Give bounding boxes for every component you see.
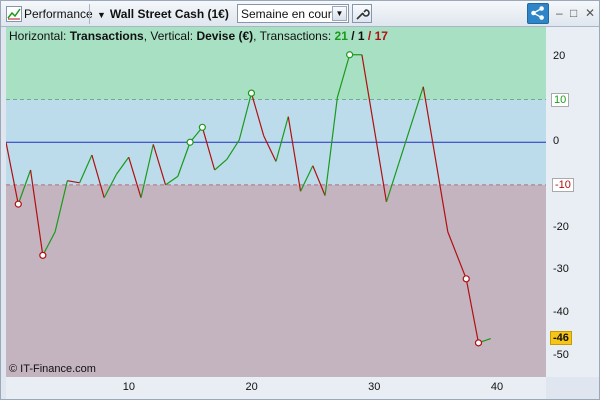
close-icon[interactable]: ✕ — [585, 6, 595, 20]
performance-chart[interactable] — [6, 27, 546, 377]
current-value-label: -46 — [550, 330, 572, 345]
y-tick-label: 20 — [553, 49, 566, 62]
chevron-down-icon[interactable]: ▼ — [332, 6, 347, 21]
legend-losses: 17 — [374, 29, 388, 43]
legend-wins: 21 — [334, 29, 348, 43]
legend-horizontal-value: Transactions — [69, 29, 144, 43]
period-value: Semaine en cours — [241, 7, 338, 21]
trade-marker — [247, 89, 256, 97]
y-tick-label: 10 — [551, 92, 570, 107]
legend-vertical-prefix: , Vertical: — [143, 29, 194, 43]
trade-marker — [462, 275, 470, 283]
copyright-text: © IT-Finance.com — [9, 363, 96, 375]
legend-slash: / — [347, 29, 358, 43]
wrench-tool-button[interactable] — [352, 4, 372, 23]
legend-neutral: 1 — [357, 29, 365, 43]
share-icon — [531, 6, 544, 20]
y-tick-label: -40 — [553, 305, 569, 318]
instrument-name: Wall Street Cash (1€) — [109, 7, 229, 21]
toolbar: Performance ▼ Wall Street Cash (1€) Semai… — [1, 1, 599, 27]
trade-marker — [186, 138, 194, 146]
trade-marker — [346, 51, 354, 59]
legend-vertical-value: Devise (€) — [196, 29, 254, 43]
trade-marker — [14, 200, 22, 208]
trade-marker — [39, 251, 47, 259]
trade-marker — [474, 339, 483, 347]
x-tick-label: 10 — [122, 381, 135, 393]
x-tick-label: 30 — [368, 381, 381, 393]
y-tick-label: -20 — [553, 220, 569, 233]
performance-chart-icon[interactable] — [6, 6, 22, 22]
instrument-selector[interactable]: ▼ Wall Street Cash (1€) — [97, 7, 229, 21]
y-tick-label: -50 — [553, 348, 569, 361]
performance-window: Performance ▼ Wall Street Cash (1€) Semai… — [0, 0, 600, 400]
minimize-icon[interactable]: – — [556, 6, 563, 20]
trade-marker — [198, 123, 206, 131]
legend-horizontal-prefix: Horizontal: — [9, 29, 67, 43]
maximize-icon[interactable]: □ — [570, 6, 577, 20]
x-axis — [6, 377, 546, 399]
y-tick-label: -30 — [553, 263, 569, 276]
dropdown-caret-icon: ▼ — [97, 10, 106, 20]
wrench-icon — [356, 9, 370, 20]
toolbar-separator — [89, 4, 90, 24]
chart-legend: Horizontal: Transactions, Vertical: Devi… — [9, 29, 388, 43]
y-tick-label: -10 — [552, 177, 574, 192]
y-tick-label: 0 — [553, 135, 560, 148]
legend-slash: / — [364, 29, 375, 43]
performance-label[interactable]: Performance — [24, 7, 93, 21]
y-axis — [546, 27, 599, 377]
x-tick-label: 40 — [490, 381, 504, 393]
period-select[interactable]: Semaine en cours ▼ — [237, 4, 349, 23]
x-tick-label: 20 — [245, 381, 258, 393]
legend-transactions-prefix: , Transactions: — [253, 29, 332, 43]
share-button[interactable] — [527, 3, 549, 24]
